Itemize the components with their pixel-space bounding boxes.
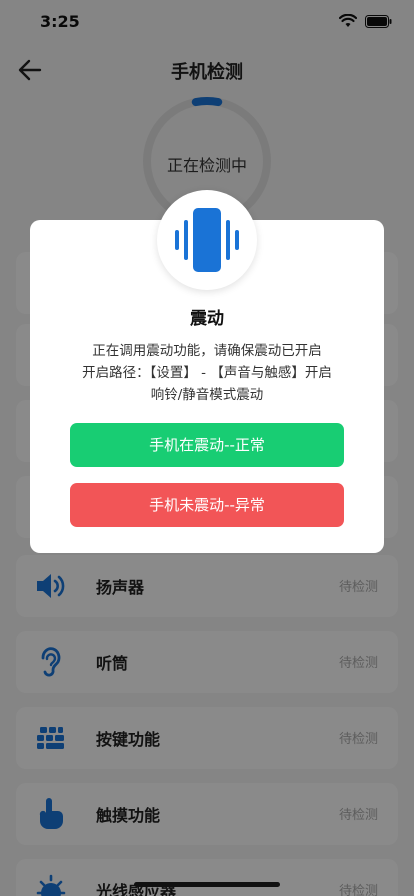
not-vibrating-abnormal-button[interactable]: 手机未震动--异常 [70, 483, 344, 527]
home-indicator [134, 882, 280, 887]
dialog-desc-line: 开启路径：【设置】 - 【声音与触感】开启 [82, 365, 332, 381]
dialog-desc-line: 响铃/静音模式震动 [150, 387, 264, 403]
vibration-icon [175, 208, 239, 272]
dialog-description: 正在调用震动功能，请确保震动已开启 开启路径：【设置】 - 【声音与触感】开启 … [60, 340, 354, 406]
vibration-badge [157, 190, 257, 290]
dialog-title: 震动 [190, 309, 224, 329]
vibrating-normal-button[interactable]: 手机在震动--正常 [70, 423, 344, 467]
dialog-desc-line: 正在调用震动功能，请确保震动已开启 [92, 343, 322, 359]
